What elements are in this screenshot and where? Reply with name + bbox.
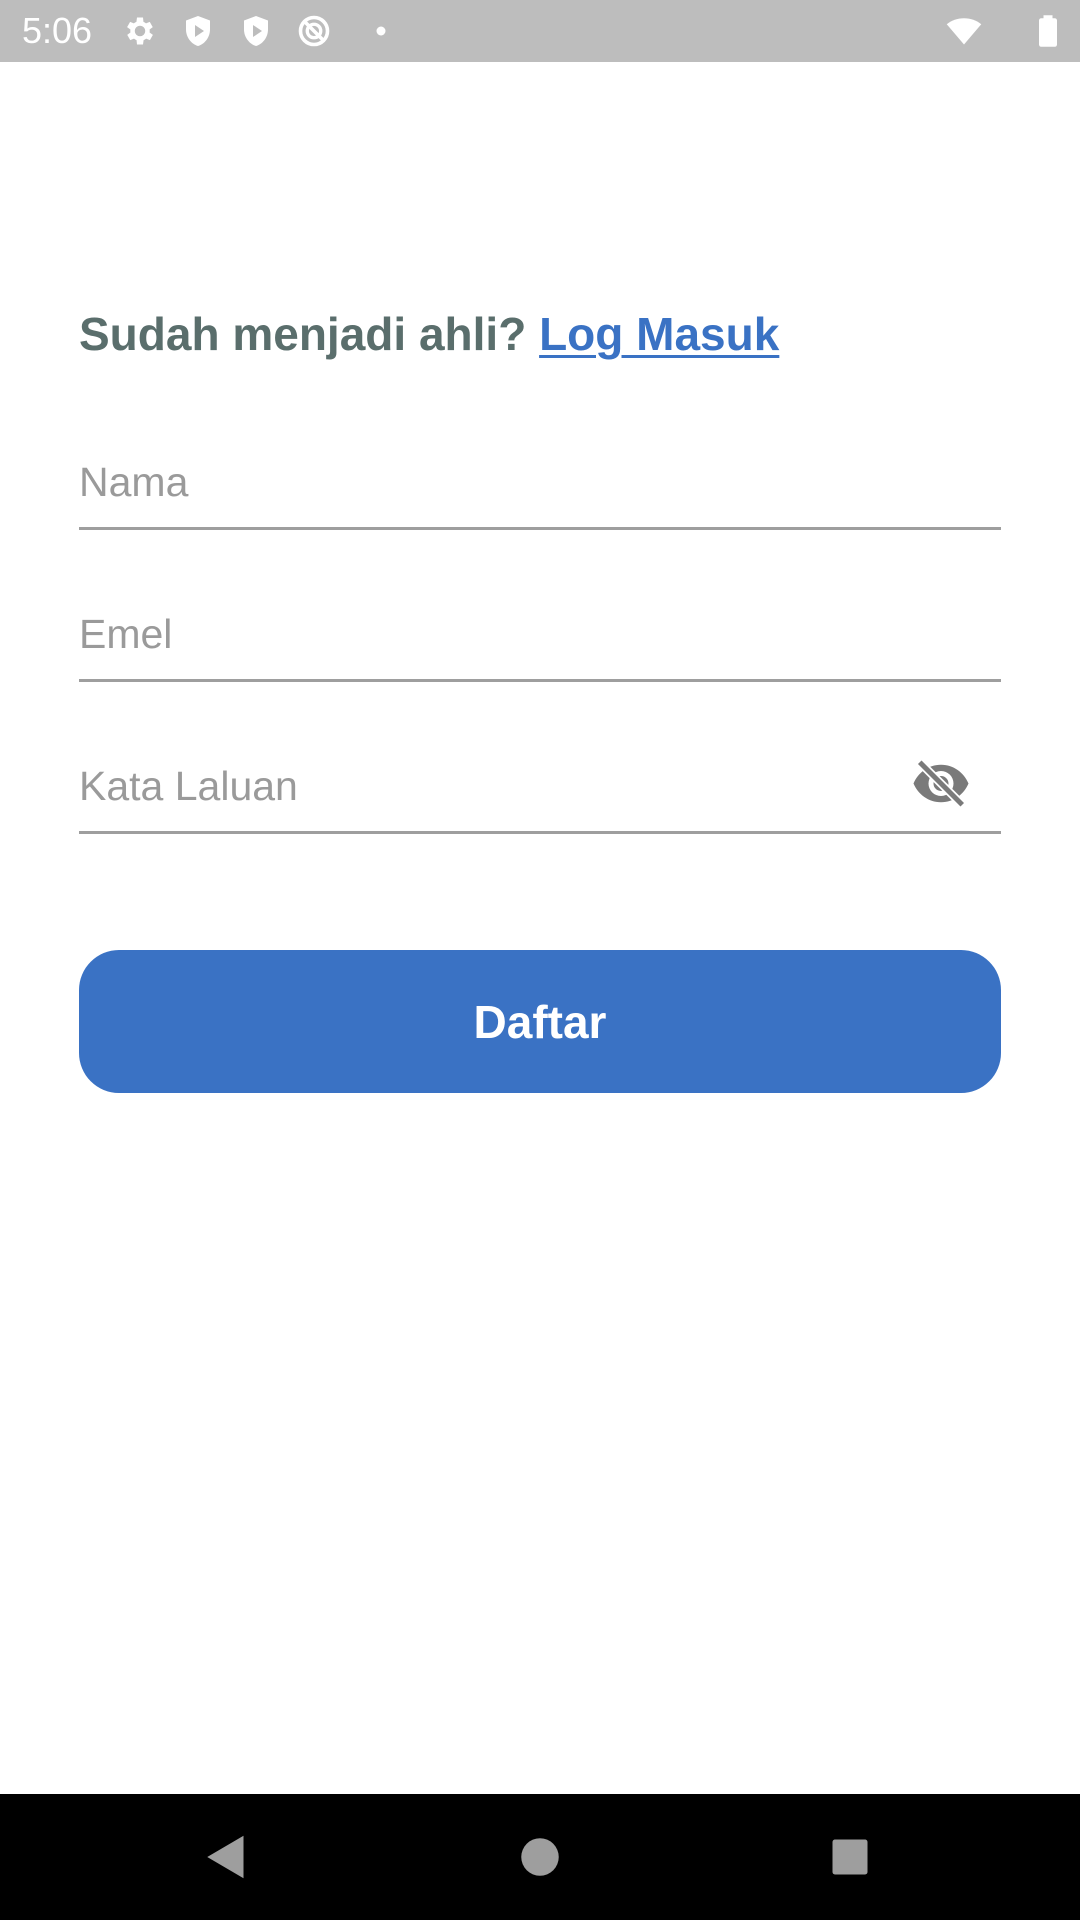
status-bar: 5:06 [0, 0, 1080, 62]
navigation-bar [0, 1794, 1080, 1920]
password-input[interactable] [79, 741, 1001, 831]
back-icon[interactable] [196, 1827, 256, 1887]
battery-icon [1030, 13, 1066, 49]
home-icon[interactable] [510, 1827, 570, 1887]
settings-icon [122, 13, 158, 49]
do-not-disturb-icon [296, 13, 332, 49]
login-prompt: Sudah menjadi ahli? Log Masuk [79, 303, 779, 365]
shield-play-icon [180, 13, 216, 49]
register-button[interactable]: Daftar [79, 950, 1001, 1093]
name-field [79, 437, 1001, 530]
email-field [79, 589, 1001, 682]
name-input[interactable] [79, 437, 1001, 527]
signup-screen: 5:06 Sudah menjadi ahli? Log Masuk Nama … [0, 0, 1080, 1920]
wifi-icon [946, 13, 982, 49]
shield-play-icon [238, 13, 274, 49]
email-input[interactable] [79, 589, 1001, 679]
eye-off-icon[interactable] [911, 751, 971, 811]
recents-icon[interactable] [820, 1827, 880, 1887]
login-link[interactable]: Log Masuk [539, 308, 779, 360]
status-time: 5:06 [22, 10, 93, 51]
login-prompt-text: Sudah menjadi ahli? [79, 308, 527, 360]
password-field [79, 741, 1001, 834]
dot-icon [354, 13, 390, 49]
